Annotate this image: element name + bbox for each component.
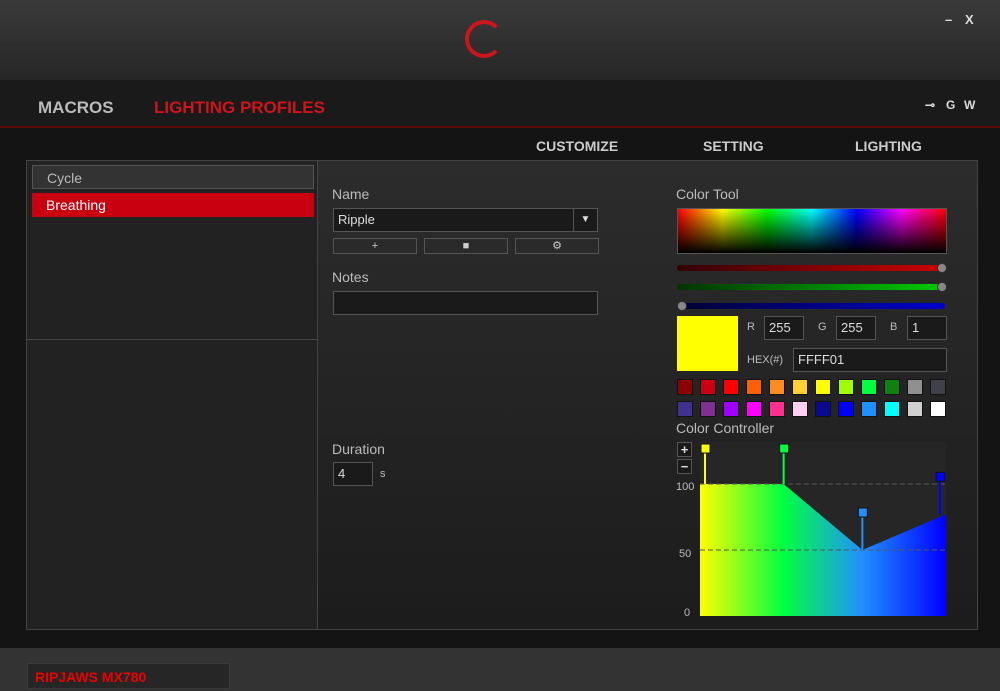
color-swatch[interactable] xyxy=(700,379,716,395)
color-swatch[interactable] xyxy=(746,401,762,417)
color-swatch[interactable] xyxy=(723,379,739,395)
color-swatch[interactable] xyxy=(884,379,900,395)
footer: RIPJAWS MX780 xyxy=(0,648,1000,691)
color-swatch[interactable] xyxy=(700,401,716,417)
duration-unit: s xyxy=(380,468,386,480)
b-input[interactable]: 1 xyxy=(907,316,947,340)
color-swatch[interactable] xyxy=(792,401,808,417)
delete-button[interactable]: ■ xyxy=(424,238,508,254)
r-label: R xyxy=(747,321,755,333)
minimize-button[interactable]: – xyxy=(945,12,952,27)
color-swatch[interactable] xyxy=(677,379,693,395)
device-name: RIPJAWS MX780 xyxy=(27,663,230,689)
g-label: G xyxy=(818,321,827,333)
w-button[interactable]: W xyxy=(964,98,975,112)
color-swatch[interactable] xyxy=(677,401,693,417)
b-label: B xyxy=(890,321,898,333)
duration-label: Duration xyxy=(332,441,385,457)
color-swatch[interactable] xyxy=(907,379,923,395)
color-swatch[interactable] xyxy=(769,401,785,417)
red-slider-knob[interactable] xyxy=(937,263,947,273)
color-swatch[interactable] xyxy=(907,401,923,417)
g-button[interactable]: G xyxy=(946,98,955,112)
red-slider[interactable] xyxy=(677,263,947,273)
tab-customize[interactable]: CUSTOMIZE xyxy=(536,138,618,154)
gskill-logo xyxy=(455,15,555,65)
color-swatch[interactable] xyxy=(861,401,877,417)
color-swatch[interactable] xyxy=(930,401,946,417)
profile-item-breathing[interactable]: Breathing xyxy=(32,193,314,217)
main-nav: MACROS LIGHTING PROFILES ⊸ G W xyxy=(0,80,1000,128)
g-input[interactable]: 255 xyxy=(836,316,876,340)
tab-lighting[interactable]: LIGHTING xyxy=(855,138,922,154)
control-point-handle[interactable] xyxy=(857,507,868,518)
settings-button[interactable]: ⚙ xyxy=(515,238,599,254)
name-value: Ripple xyxy=(338,212,375,227)
duration-input[interactable]: 4 xyxy=(333,462,373,486)
title-bar: – X xyxy=(0,0,1000,80)
tick-100: 100 xyxy=(676,481,695,493)
color-swatch[interactable] xyxy=(861,379,877,395)
color-swatch[interactable] xyxy=(815,401,831,417)
current-color-preview xyxy=(677,316,738,371)
name-select[interactable]: Ripple ▼ xyxy=(333,208,598,232)
color-swatch[interactable] xyxy=(769,379,785,395)
control-point-handle[interactable] xyxy=(779,443,790,454)
green-slider[interactable] xyxy=(677,282,947,292)
hex-label: HEX(#) xyxy=(747,354,784,366)
tab-lighting-profiles[interactable]: LIGHTING PROFILES xyxy=(154,98,325,118)
color-swatch[interactable] xyxy=(792,379,808,395)
profile-item-cycle[interactable]: Cycle xyxy=(32,165,314,189)
link-icon[interactable]: ⊸ xyxy=(925,98,935,112)
color-spectrum[interactable] xyxy=(677,208,947,254)
color-swatch[interactable] xyxy=(884,401,900,417)
tick-50: 50 xyxy=(679,548,692,560)
control-point-handle[interactable] xyxy=(700,443,711,454)
name-label: Name xyxy=(332,186,370,202)
tab-macros[interactable]: MACROS xyxy=(38,98,114,118)
add-button[interactable]: + xyxy=(333,238,417,254)
color-swatch[interactable] xyxy=(815,379,831,395)
color-swatch[interactable] xyxy=(746,379,762,395)
remove-point-button[interactable]: − xyxy=(677,459,692,474)
color-controller-graph[interactable] xyxy=(700,442,948,620)
color-swatch[interactable] xyxy=(930,379,946,395)
close-button[interactable]: X xyxy=(965,12,974,27)
tick-0: 0 xyxy=(684,607,691,619)
color-tool-title: Color Tool xyxy=(676,186,739,202)
color-swatch[interactable] xyxy=(838,379,854,395)
profile-list: Cycle Breathing xyxy=(26,160,318,630)
add-point-button[interactable]: + xyxy=(677,442,692,457)
blue-slider-knob[interactable] xyxy=(677,301,687,311)
notes-label: Notes xyxy=(332,269,369,285)
r-input[interactable]: 255 xyxy=(764,316,804,340)
blue-slider[interactable] xyxy=(677,301,945,311)
tab-setting[interactable]: SETTING xyxy=(703,138,764,154)
color-swatch[interactable] xyxy=(723,401,739,417)
chevron-down-icon[interactable]: ▼ xyxy=(573,209,597,231)
color-swatch[interactable] xyxy=(838,401,854,417)
color-controller-title: Color Controller xyxy=(676,420,775,436)
notes-input[interactable] xyxy=(333,291,598,315)
control-point-handle[interactable] xyxy=(935,471,946,482)
hex-input[interactable]: FFFF01 xyxy=(793,348,947,372)
green-slider-knob[interactable] xyxy=(937,282,947,292)
